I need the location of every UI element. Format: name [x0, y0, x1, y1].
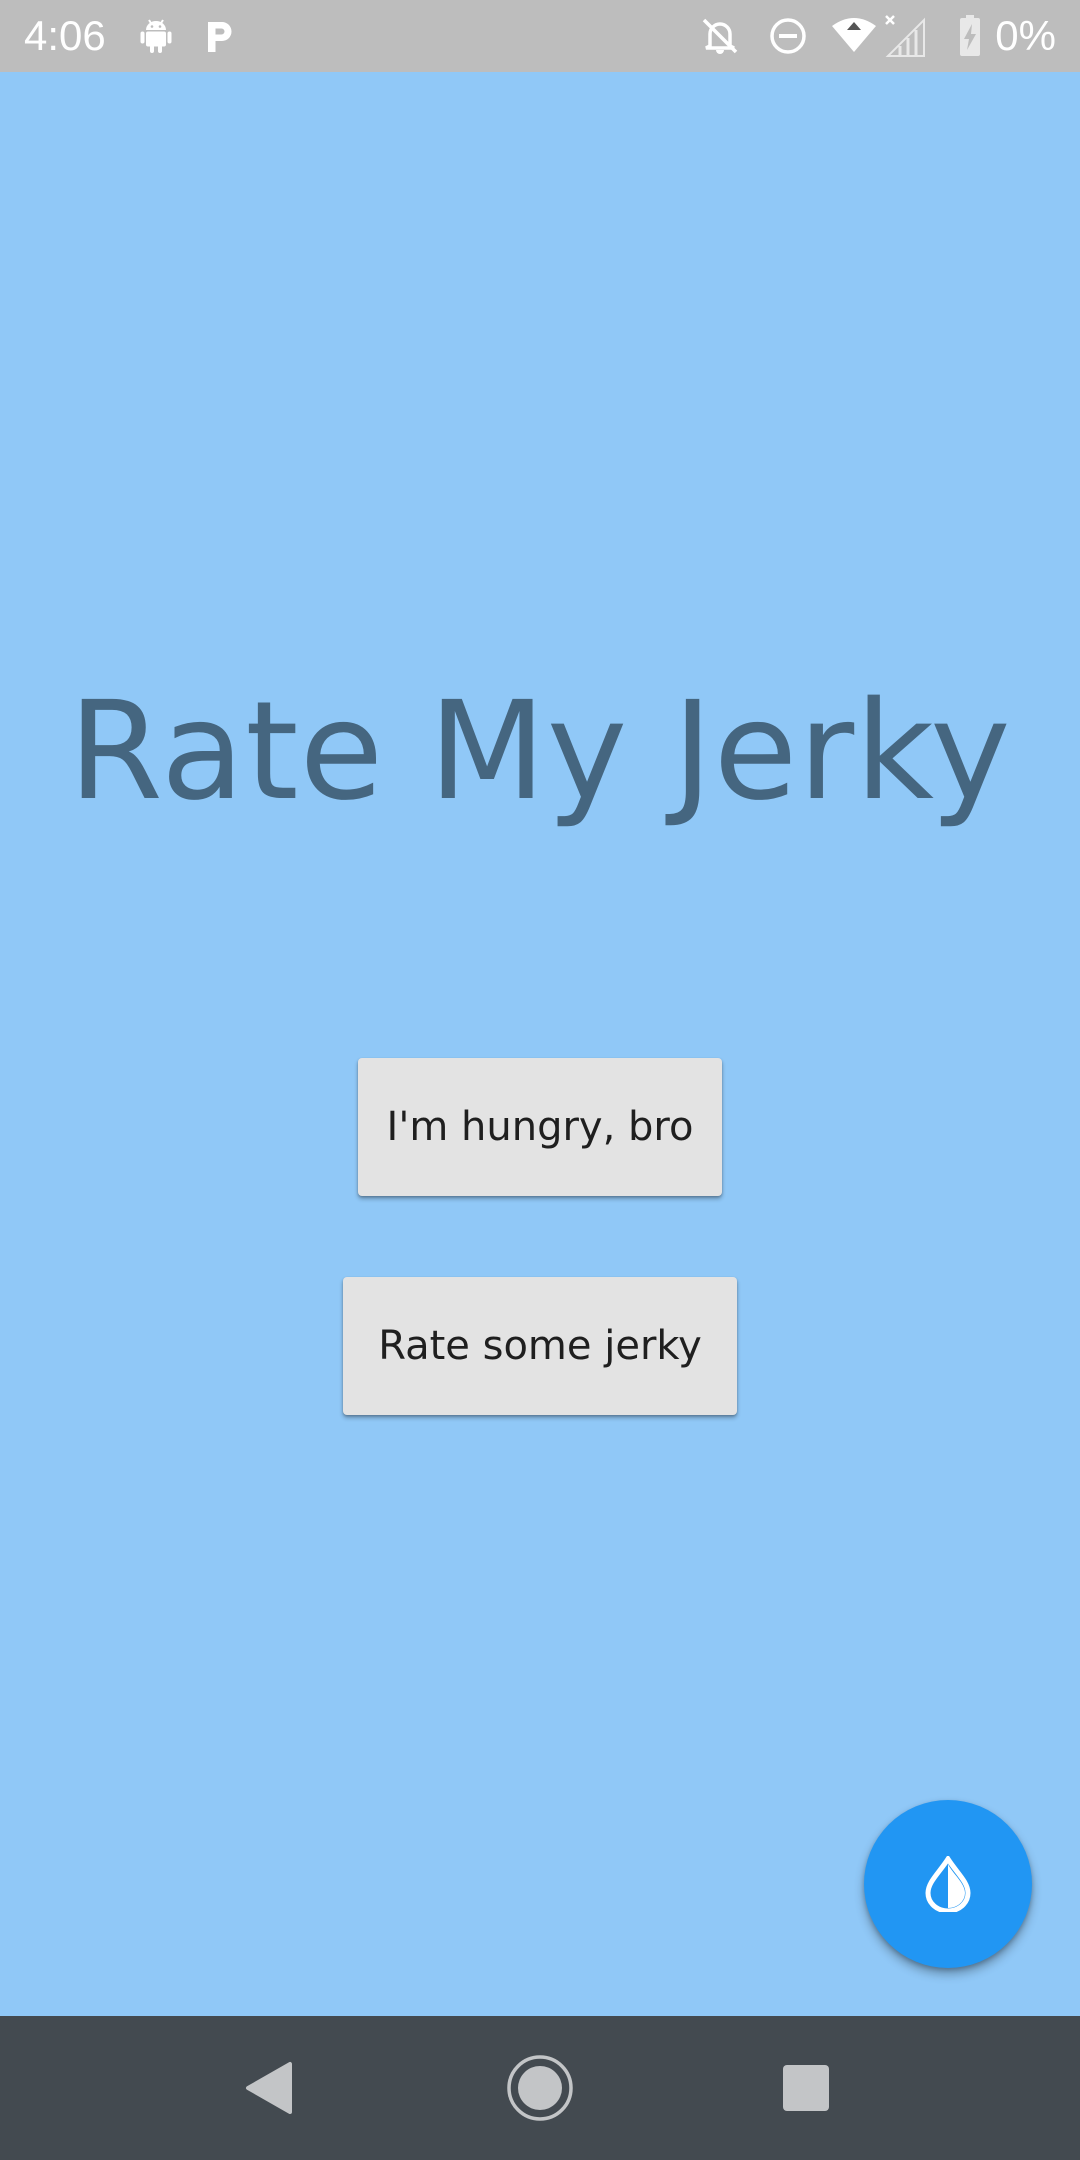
battery-charging-icon — [960, 15, 980, 56]
status-time: 4:06 — [24, 12, 106, 59]
rate-jerky-button[interactable]: Rate some jerky — [343, 1277, 737, 1415]
android-icon — [140, 19, 172, 53]
signal-no-service-icon — [885, 15, 925, 57]
water-drop-icon — [925, 1856, 971, 1912]
hungry-button[interactable]: I'm hungry, bro — [358, 1058, 722, 1196]
battery-percentage: 0% — [995, 12, 1056, 59]
wifi-icon — [832, 18, 876, 52]
do-not-disturb-icon — [770, 18, 806, 54]
navigation-bar — [0, 2016, 1080, 2160]
floating-action-button[interactable] — [864, 1800, 1032, 1968]
back-icon[interactable] — [234, 2052, 306, 2124]
status-bar: 4:06 0% — [0, 0, 1080, 72]
parking-app-icon — [208, 22, 232, 52]
notifications-off-icon — [702, 18, 738, 54]
app-title: Rate My Jerky — [68, 673, 1012, 831]
main-screen: Rate My Jerky I'm hungry, bro Rate some … — [0, 72, 1080, 2016]
home-icon[interactable] — [504, 2052, 576, 2124]
recents-icon[interactable] — [770, 2052, 842, 2124]
